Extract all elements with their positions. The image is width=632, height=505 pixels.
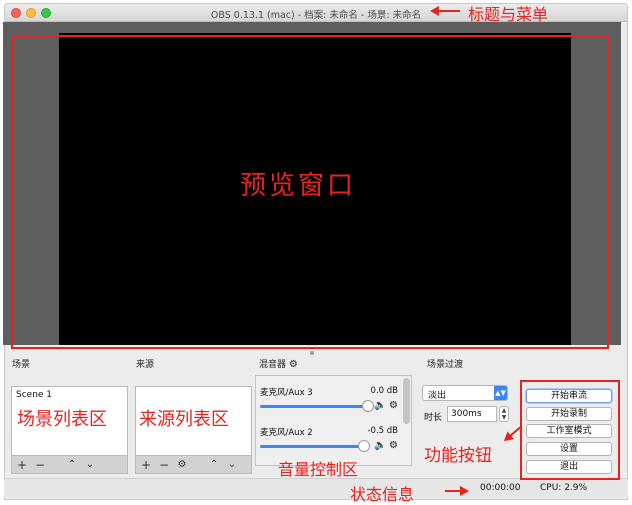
title-annotation-arrow — [430, 6, 460, 16]
transitions-dock-title: 场景过渡 — [427, 360, 464, 370]
add-source-icon[interactable]: + — [140, 459, 152, 471]
scenes-dock-title: 场景 — [12, 360, 31, 370]
duration-label: 时长 — [424, 413, 443, 423]
volume-slider-knob[interactable] — [362, 400, 374, 412]
channel-db: 0.0 dB — [370, 386, 398, 396]
chevron-updown-icon: ▲▼ — [494, 386, 507, 400]
remove-source-icon[interactable]: − — [158, 459, 170, 471]
sources-dock-title: 来源 — [136, 360, 155, 370]
add-scene-icon[interactable]: + — [16, 459, 28, 471]
speaker-mute-icon[interactable]: 🔈 — [374, 440, 386, 451]
source-settings-gear-icon[interactable]: ⚙ — [176, 459, 188, 471]
status-cpu: CPU: 2.9% — [540, 483, 588, 493]
mixer-title: 混音器 — [259, 360, 287, 370]
transition-select[interactable]: 淡出 ▲▼ — [422, 385, 508, 401]
volume-fill — [260, 445, 364, 448]
mixer-gear-icon[interactable]: ⚙ — [289, 359, 298, 370]
volume-annotation: 音量控制区 — [278, 460, 359, 479]
remove-scene-icon[interactable]: − — [34, 459, 46, 471]
move-down-icon[interactable]: ⌄ — [226, 459, 238, 471]
volume-slider[interactable] — [260, 400, 374, 412]
channel-db: -0.5 dB — [367, 426, 398, 436]
status-bar — [4, 478, 628, 497]
channel-name: 麦克风/Aux 2 — [260, 428, 313, 438]
mixer-scrollbar[interactable] — [403, 378, 410, 464]
move-up-icon[interactable]: ⌃ — [66, 459, 78, 471]
source-list-annotation: 来源列表区 — [139, 409, 229, 430]
move-up-icon[interactable]: ⌃ — [208, 459, 220, 471]
speaker-mute-icon[interactable]: 🔈 — [374, 400, 386, 411]
source-list-toolbar: + − ⚙ ⌃ ⌄ — [136, 455, 251, 473]
status-time: 00:00:00 — [480, 483, 521, 493]
channel-gear-icon[interactable]: ⚙ — [389, 440, 398, 451]
function-buttons-annotation: 功能按钮 — [424, 446, 492, 466]
mixer-dock-title: 混音器 ⚙ — [259, 357, 298, 370]
volume-slider-knob[interactable] — [357, 440, 370, 452]
title-menu-annotation: 标题与菜单 — [468, 5, 549, 24]
move-down-icon[interactable]: ⌄ — [84, 459, 96, 471]
mixer-scroll-thumb[interactable] — [403, 378, 410, 424]
mixer-channel: 麦克风/Aux 3 0.0 dB 🔈 ⚙ — [256, 384, 402, 424]
channel-gear-icon[interactable]: ⚙ — [389, 400, 398, 411]
scene-list-toolbar: + − ⌃ ⌄ — [12, 455, 127, 473]
duration-stepper[interactable]: ▲ ▼ — [499, 406, 509, 422]
scene-list-annotation: 场景列表区 — [17, 409, 107, 430]
volume-fill — [260, 405, 368, 408]
preview-annotation: 预览窗口 — [240, 171, 357, 201]
channel-name: 麦克风/Aux 3 — [260, 388, 313, 398]
buttons-annotation-box — [520, 380, 620, 480]
status-annotation: 状态信息 — [350, 485, 415, 504]
status-annotation-arrow — [445, 490, 461, 492]
duration-input[interactable]: 300ms — [447, 406, 497, 422]
scene-item[interactable]: Scene 1 — [12, 387, 127, 400]
splitter-handle[interactable] — [310, 351, 314, 355]
audio-mixer: 麦克风/Aux 3 0.0 dB 🔈 ⚙ 麦克风/Aux 2 -0.5 dB 🔈… — [255, 375, 412, 466]
volume-slider[interactable] — [260, 440, 370, 452]
transition-selected-value: 淡出 — [428, 391, 447, 401]
